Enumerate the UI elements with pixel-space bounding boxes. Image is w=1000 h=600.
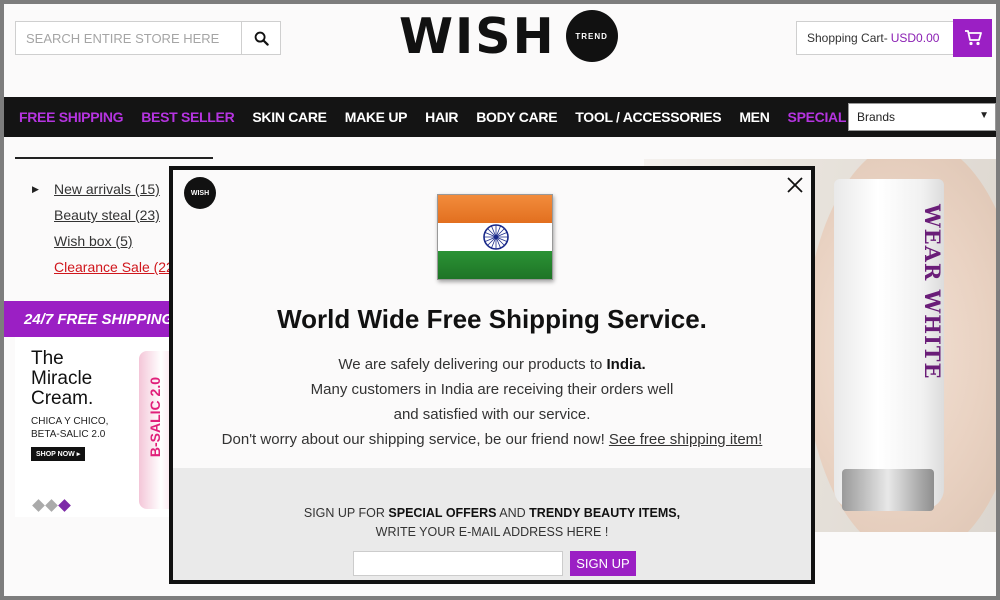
modal-line-3: and satisfied with our service. — [393, 406, 591, 423]
email-field[interactable] — [353, 551, 563, 576]
promo-sub-line: BETA-SALIC 2.0 — [31, 429, 106, 440]
nav-hair[interactable]: HAIR — [425, 109, 458, 125]
cart-summary[interactable]: Shopping Cart- USD0.00 — [796, 21, 954, 55]
cart-total: USD0.00 — [890, 31, 940, 45]
promo-subtitle: CHICA Y CHICO, BETA-SALIC 2.0 — [31, 415, 108, 441]
nav-body-care[interactable]: BODY CARE — [476, 109, 557, 125]
flag-saffron-band — [438, 195, 552, 223]
modal-line-4: Don't worry about our shipping service, … — [173, 427, 811, 452]
modal-headline: World Wide Free Shipping Service. — [277, 304, 707, 334]
signup-text-c: AND — [496, 506, 530, 520]
brands-select[interactable]: Brands ▼ — [848, 103, 996, 131]
free-shipping-banner[interactable]: 24/7 FREE SHIPPING Z — [4, 301, 184, 337]
promo-title-line: Cream. — [31, 388, 94, 409]
caret-down-icon: ▼ — [979, 110, 989, 121]
close-icon[interactable] — [785, 175, 805, 195]
sidebar-divider — [15, 157, 213, 159]
signup-line-2: WRITE YOUR E-MAIL ADDRESS HERE ! — [375, 525, 609, 539]
search-input[interactable] — [16, 22, 241, 54]
modal-logo: WISH — [184, 177, 216, 209]
brands-label: Brands — [857, 110, 896, 124]
modal-country: India. — [606, 356, 646, 373]
signup-text-b: SPECIAL OFFERS — [388, 506, 497, 520]
modal-content: WISH World Wide Free Shipping Service. W… — [173, 170, 811, 580]
promo-sub-line: CHICA Y CHICO, — [31, 416, 109, 427]
hero-product-label: WEAR WHITE — [920, 204, 945, 380]
newsletter-signup: SIGN UP FOR SPECIAL OFFERS AND TRENDY BE… — [173, 468, 811, 580]
signup-text-d: TRENDY BEAUTY ITEMS, — [529, 506, 681, 520]
free-shipping-link[interactable]: See free shipping item! — [609, 431, 762, 448]
arrow-right-icon: ▶ — [32, 184, 39, 194]
modal-body: We are safely delivering our products to… — [173, 352, 811, 452]
promo-card[interactable]: The Miracle Cream. CHICA Y CHICO, BETA-S… — [15, 337, 185, 517]
modal-line-4-text: Don't worry about our shipping service, … — [221, 431, 609, 448]
cart-label: Shopping Cart- — [807, 31, 888, 45]
sidebar-list: ▶ New arrivals (15) Beauty steal (23) Wi… — [32, 181, 174, 285]
promo-title-line: The — [31, 348, 64, 369]
promo-title-line: Miracle — [31, 368, 93, 389]
modal-line-1: We are safely delivering our products to… — [173, 352, 811, 377]
nav-make-up[interactable]: MAKE UP — [345, 109, 408, 125]
signup-line-1: SIGN UP FOR SPECIAL OFFERS AND TRENDY BE… — [173, 504, 811, 523]
shop-now-button[interactable]: SHOP NOW ▸ — [31, 447, 86, 461]
flag-white-band — [438, 222, 552, 251]
carousel-dots — [32, 499, 71, 512]
promo-title: The Miracle Cream. — [31, 349, 93, 409]
main-nav: FREE SHIPPING BEST SELLER SKIN CARE MAKE… — [4, 97, 996, 137]
sign-up-button[interactable]: SIGN UP — [570, 551, 636, 576]
site-logo[interactable]: WISH TREND — [399, 7, 618, 65]
sidebar-item-clearance-sale[interactable]: Clearance Sale (22 — [54, 259, 174, 275]
ashoka-chakra-icon — [483, 224, 509, 250]
signup-text-a: SIGN UP FOR — [303, 506, 389, 520]
nav-special[interactable]: SPECIAL — [788, 109, 847, 125]
search-button[interactable] — [241, 22, 280, 54]
search-icon — [254, 31, 269, 46]
product-tube-label: B-SALIC 2.0 — [147, 377, 163, 458]
modal-line-2: Many customers in India are receiving th… — [310, 381, 674, 398]
cart-button[interactable] — [953, 19, 993, 57]
nav-best-seller[interactable]: BEST SELLER — [141, 109, 234, 125]
logo-text: WISH — [399, 7, 556, 65]
page: WISH TREND Shopping Cart- USD0.00 FREE S… — [4, 4, 996, 596]
sidebar-item-new-arrivals[interactable]: New arrivals (15) — [54, 181, 174, 197]
modal-line-1-text: We are safely delivering our products to — [338, 356, 607, 373]
search-box — [15, 21, 281, 55]
sidebar-item-beauty-steal[interactable]: Beauty steal (23) — [54, 207, 174, 223]
shipping-modal: WISH World Wide Free Shipping Service. W… — [169, 166, 815, 584]
carousel-dot-active[interactable] — [58, 499, 71, 512]
carousel-dot[interactable] — [45, 499, 58, 512]
india-flag-icon — [437, 194, 553, 280]
signup-prompt: SIGN UP FOR SPECIAL OFFERS AND TRENDY BE… — [173, 504, 811, 542]
carousel-dot[interactable] — [32, 499, 45, 512]
logo-badge: TREND — [565, 10, 618, 62]
nav-free-shipping[interactable]: FREE SHIPPING — [19, 109, 124, 125]
nav-tool-accessories[interactable]: TOOL / ACCESSORIES — [575, 109, 721, 125]
cart-icon — [964, 30, 982, 46]
flag-green-band — [438, 250, 552, 279]
shopping-cart[interactable]: Shopping Cart- USD0.00 — [796, 19, 993, 57]
sidebar-item-wish-box[interactable]: Wish box (5) — [54, 233, 174, 249]
nav-men[interactable]: MEN — [739, 109, 770, 125]
hero-product-cap — [842, 469, 934, 511]
nav-skin-care[interactable]: SKIN CARE — [252, 109, 327, 125]
